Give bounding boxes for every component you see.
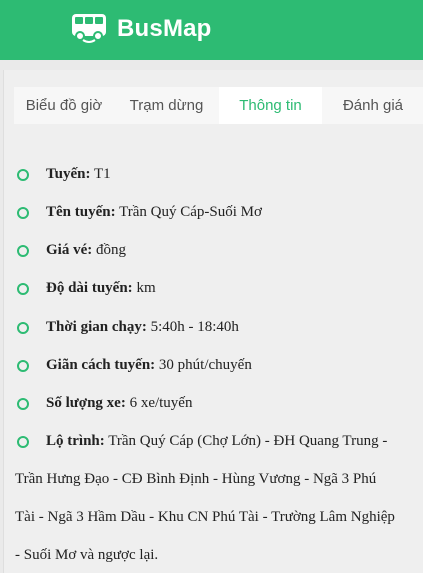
fare-label: Giá vé: [46,242,93,258]
tab-info[interactable]: Thông tin [219,87,322,124]
interval-value: 30 phút/chuyến [158,357,252,373]
name-label: Tên tuyến: [46,204,116,220]
hours-value: 5:40h - 18:40h [150,319,239,335]
bus-icon[interactable] [70,12,108,44]
name-value: Trần Quý Cáp-Suối Mơ [119,204,262,220]
buses-value: 6 xe/tuyến [129,395,193,411]
interval-label: Giãn cách tuyến: [46,357,156,373]
circle-bullet-icon [17,283,29,295]
circle-bullet-icon [17,245,29,257]
itinerary-line-3: Tài - Ngã 3 Hầm Dầu - Khu CN Phú Tài - T… [15,509,395,525]
length-label: Độ dài tuyến: [46,280,133,296]
tab-bar: Biểu đồ giờ Trạm dừng Thông tin Đánh giá [14,87,423,124]
route-label: Tuyến: [46,166,91,182]
itinerary-line-4: - Suối Mơ và ngược lại. [15,547,159,563]
tab-stops[interactable]: Trạm dừng [114,87,219,124]
tab-reviews[interactable]: Đánh giá [322,87,423,124]
buses-label: Số lượng xe: [46,395,126,411]
app-header: BusMap [0,0,423,60]
tab-schedule-chart[interactable]: Biểu đồ giờ [14,87,114,124]
route-value: T1 [93,166,111,182]
circle-bullet-icon [17,398,29,410]
length-value: km [136,280,156,296]
itinerary-label: Lộ trình: [46,433,105,449]
hours-label: Thời gian chạy: [46,319,147,335]
itinerary-line-1: Trần Quý Cáp (Chợ Lớn) - ĐH Quang Trung … [108,433,388,449]
brand-name[interactable]: BusMap [117,14,212,44]
circle-bullet-icon [17,207,29,219]
circle-bullet-icon [17,360,29,372]
itinerary-line-2: Trần Hưng Đạo - CĐ Bình Định - Hùng Vươn… [15,471,377,487]
fare-value: đồng [96,242,126,258]
circle-bullet-icon [17,322,29,334]
circle-bullet-icon [17,436,29,448]
circle-bullet-icon [17,169,29,181]
route-info-panel: Biểu đồ giờ Trạm dừng Thông tin Đánh giá… [3,70,423,573]
